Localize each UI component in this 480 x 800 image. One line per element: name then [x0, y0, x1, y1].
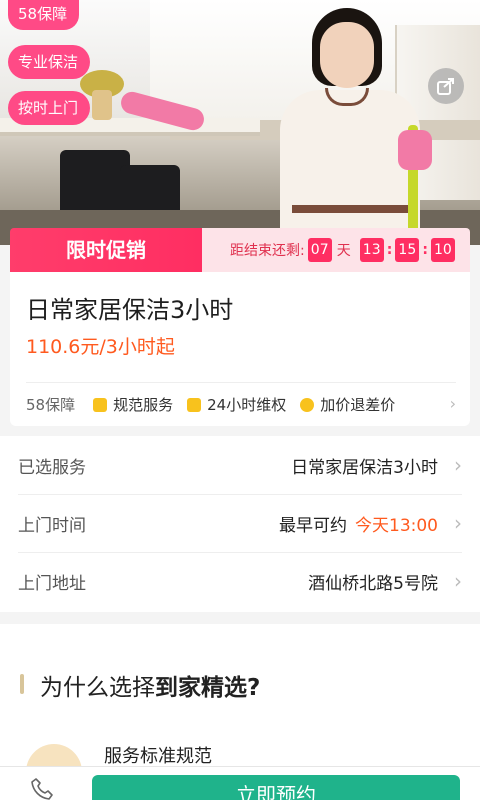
countdown: 距结束还剩: 07 天 13 : 15 : 10 — [202, 228, 470, 272]
chevron-right-icon: › — [454, 453, 462, 477]
service-title: 日常家居保洁3小时 — [26, 296, 234, 324]
hero-housekeeper — [118, 0, 440, 245]
chevron-right-icon: › — [454, 511, 462, 535]
guarantee-main-label: 58保障 — [26, 396, 76, 414]
housekeeper-face — [320, 22, 374, 88]
housekeeper-apron — [292, 205, 412, 213]
countdown-hours: 13 — [359, 238, 384, 262]
service-price: 110.6元/3小时起 — [26, 336, 175, 358]
guarantee-item: 规范服务 — [93, 394, 173, 415]
option-address[interactable]: 上门地址 酒仙桥北路5号院 › — [18, 552, 462, 610]
hero-tag-guarantee: 58保障 — [8, 0, 80, 30]
guarantee-label: 规范服务 — [113, 396, 174, 414]
pink-glove — [398, 130, 432, 170]
countdown-label: 距结束还剩: — [230, 243, 305, 259]
phone-icon — [31, 778, 53, 800]
why-heading: 为什么选择到家精选? — [40, 668, 260, 702]
hero-vase — [92, 90, 112, 120]
chevron-right-icon: › — [454, 569, 462, 593]
countdown-separator: : — [422, 242, 428, 258]
service-card: 日常家居保洁3小时 110.6元/3小时起 58保障 规范服务 24小时维权 加… — [10, 272, 470, 426]
countdown-separator: : — [386, 242, 393, 258]
option-value: 酒仙桥北路5号院 — [308, 573, 438, 594]
guarantee-label: 加价退差价 — [320, 396, 396, 414]
earliest-time: 今天13:00 — [355, 515, 438, 536]
hero-tag-punctual: 按时上门 — [8, 91, 91, 125]
countdown-minutes: 15 — [395, 238, 420, 262]
why-heading-brand: 到家精选? — [155, 675, 261, 701]
option-label: 已选服务 — [18, 457, 86, 478]
star-badge-icon — [93, 397, 108, 412]
divider — [26, 382, 456, 383]
countdown-seconds: 10 — [430, 238, 455, 262]
option-label: 上门地址 — [18, 573, 86, 594]
share-icon — [437, 78, 454, 95]
guarantee-label: 24小时维权 — [207, 396, 287, 414]
option-label: 上门时间 — [18, 515, 86, 536]
countdown-day-unit: 天 — [336, 243, 351, 259]
option-value: 日常家居保洁3小时 — [291, 457, 438, 478]
guarantee-item: 加价退差价 — [300, 394, 395, 415]
phone-button[interactable] — [30, 777, 56, 800]
why-heading-prefix: 为什么选择 — [40, 675, 155, 701]
guarantee-item: 24小时维权 — [187, 394, 286, 415]
option-value: 最早可约 今天13:00 — [279, 511, 438, 536]
book-now-button[interactable]: 立即预约 — [92, 775, 460, 800]
option-value-prefix: 最早可约 — [279, 515, 347, 536]
countdown-days: 07 — [307, 238, 332, 262]
hero-tag-professional: 专业保洁 — [8, 45, 91, 79]
guarantee-row[interactable]: 58保障 规范服务 24小时维权 加价退差价 › — [26, 394, 456, 415]
promo-bar: 限时促销 距结束还剩: 07 天 13 : 15 : 10 — [10, 228, 470, 272]
coin-icon — [300, 397, 315, 412]
booking-options: 已选服务 日常家居保洁3小时 › 上门时间 最早可约 今天13:00 › 上门地址… — [0, 436, 480, 612]
feature-title: 服务标准规范 — [104, 746, 212, 767]
hero-image: 58保障 专业保洁 按时上门 — [0, 0, 480, 245]
option-visit-time[interactable]: 上门时间 最早可约 今天13:00 › — [18, 494, 462, 552]
section-accent-bar — [20, 674, 24, 694]
housekeeper-uniform — [280, 90, 420, 245]
bottom-action-bar: 立即预约 — [0, 766, 480, 800]
chevron-right-icon: › — [449, 394, 456, 413]
promo-label: 限时促销 — [10, 228, 202, 272]
shield-icon — [187, 397, 202, 412]
share-button[interactable] — [428, 68, 464, 104]
option-selected-service[interactable]: 已选服务 日常家居保洁3小时 › — [18, 436, 462, 494]
